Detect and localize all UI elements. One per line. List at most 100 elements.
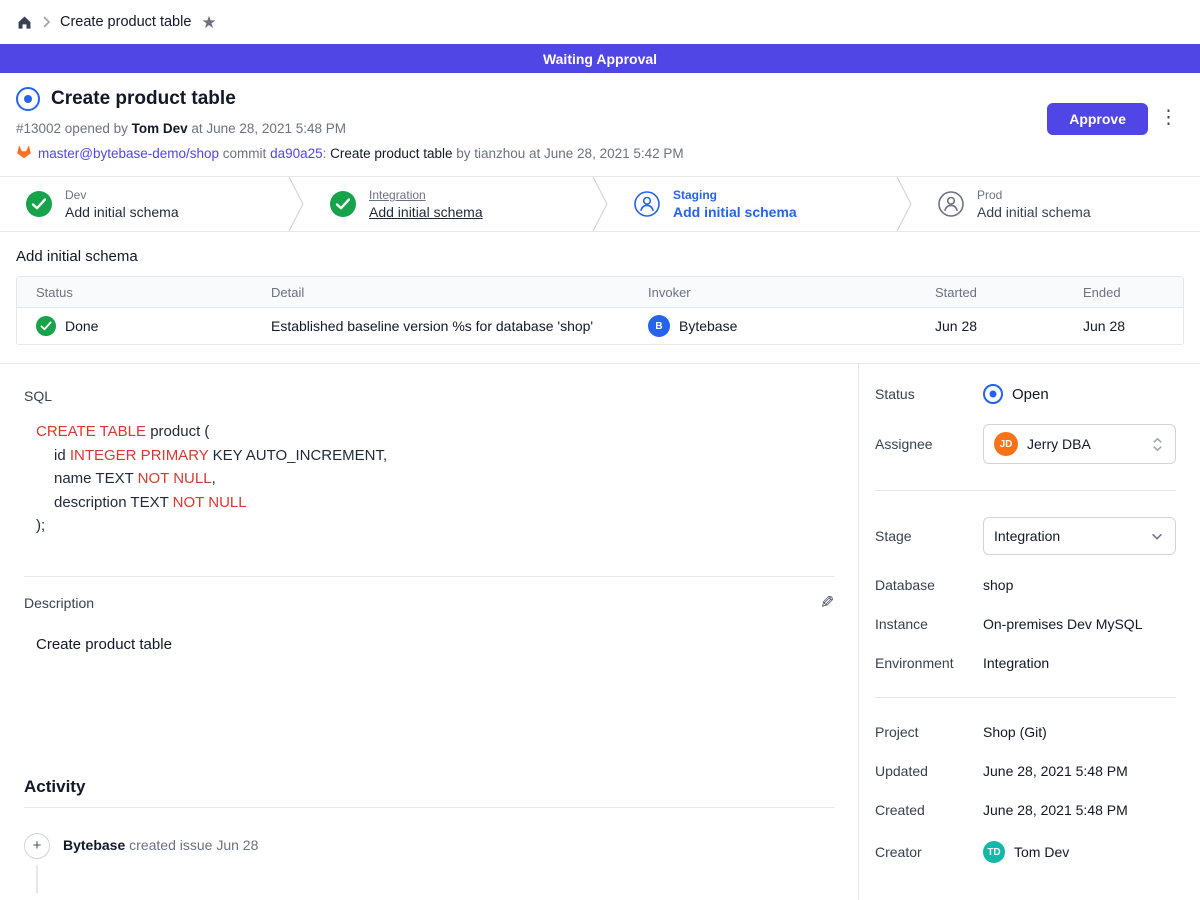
kebab-menu-icon[interactable]: ⋮ <box>1155 106 1182 129</box>
task-invoker-text: Bytebase <box>679 318 737 334</box>
bytebase-avatar: B <box>648 315 670 337</box>
selector-icon <box>1150 436 1165 453</box>
sql-text: name TEXT <box>54 470 138 487</box>
commit-hash-link[interactable]: da90a25 <box>270 146 323 161</box>
description-text: Create product table <box>24 636 834 653</box>
stage-select-label: Stage <box>875 528 983 544</box>
stage-separator-icon <box>592 177 608 231</box>
commit-colon: : <box>323 146 331 161</box>
divider <box>875 697 1176 698</box>
commit-word: commit <box>219 146 270 161</box>
commit-row: master@bytebase-demo/shop commit da90a25… <box>16 144 1184 162</box>
stage-staging[interactable]: Staging Add initial schema <box>608 177 896 231</box>
stage-separator-icon <box>288 177 304 231</box>
issue-sidebar: Status Open Assignee JD Jerry DBA Stage … <box>858 364 1200 900</box>
task-started-cell: Jun 28 <box>916 318 1064 334</box>
column-header: Started <box>916 285 1064 300</box>
task-invoker-cell: B Bytebase <box>629 315 916 337</box>
main-panel: SQL CREATE TABLE product ( id INTEGER PR… <box>0 364 858 900</box>
home-icon[interactable] <box>16 14 33 31</box>
environment-value: Integration <box>983 655 1176 671</box>
sql-keyword: INTEGER PRIMARY <box>70 447 209 464</box>
chevron-right-icon <box>43 16 50 28</box>
breadcrumb-title: Create product table <box>60 14 191 30</box>
creator-label: Creator <box>875 844 983 860</box>
created-value: June 28, 2021 5:48 PM <box>983 802 1176 818</box>
stage-dev[interactable]: Dev Add initial schema <box>0 177 288 231</box>
sql-keyword: NOT NULL <box>173 494 247 511</box>
stage-task: Add initial schema <box>369 204 483 220</box>
creator-avatar: TD <box>983 841 1005 863</box>
add-comment-button[interactable]: + <box>24 833 50 859</box>
issue-author: Tom Dev <box>132 121 188 136</box>
task-status-text: Done <box>65 318 98 334</box>
stage-select-value: Integration <box>994 528 1060 544</box>
approve-button[interactable]: Approve <box>1047 103 1148 135</box>
person-icon <box>634 191 660 217</box>
stage-task: Add initial schema <box>673 204 797 220</box>
sql-text: id <box>54 447 70 464</box>
sql-keyword: NOT NULL <box>138 470 212 487</box>
task-detail-cell: Established baseline version %s for data… <box>252 318 629 334</box>
issue-header: Create product table #13002 opened by To… <box>0 73 1200 176</box>
sql-label: SQL <box>24 388 834 404</box>
status-text: Open <box>1012 386 1049 403</box>
task-table: Status Detail Invoker Started Ended Done… <box>16 276 1184 345</box>
activity-action: created issue Jun 28 <box>129 837 258 853</box>
divider <box>875 490 1176 491</box>
updated-label: Updated <box>875 763 983 779</box>
commit-suffix: by tianzhou at June 28, 2021 5:42 PM <box>452 146 683 161</box>
chevron-down-icon <box>1149 528 1165 544</box>
assignee-select[interactable]: JD Jerry DBA <box>983 424 1176 464</box>
task-section-title: Add initial schema <box>16 248 1184 265</box>
sql-text: product ( <box>146 423 209 440</box>
activity-item: + Bytebase created issue Jun 28 <box>24 833 834 893</box>
star-icon[interactable]: ★ <box>201 14 216 31</box>
created-label: Created <box>875 802 983 818</box>
status-label: Status <box>875 386 983 402</box>
environment-label: Environment <box>875 655 983 671</box>
breadcrumb: Create product table ★ <box>0 0 1200 44</box>
project-label: Project <box>875 724 983 740</box>
task-detail-text: Established baseline version %s for data… <box>271 318 593 334</box>
check-icon <box>330 191 356 217</box>
issue-meta-suffix: at June 28, 2021 5:48 PM <box>188 121 346 136</box>
assignee-avatar: JD <box>994 432 1018 456</box>
table-header-row: Status Detail Invoker Started Ended <box>17 277 1183 307</box>
column-header: Detail <box>252 285 629 300</box>
waiting-approval-banner: Waiting Approval <box>0 44 1200 73</box>
edit-pencil-icon[interactable]: ✎ <box>820 593 834 613</box>
issue-meta-prefix: #13002 opened by <box>16 121 132 136</box>
pipeline-bar: Dev Add initial schema Integration Add i… <box>0 176 1200 232</box>
project-value: Shop (Git) <box>983 724 1176 740</box>
stage-task: Add initial schema <box>977 204 1091 220</box>
assignee-name: Jerry DBA <box>1027 436 1091 452</box>
task-ended-cell: Jun 28 <box>1064 318 1183 334</box>
stage-select[interactable]: Integration <box>983 517 1176 555</box>
stage-name: Prod <box>977 188 1091 202</box>
column-header: Status <box>17 285 252 300</box>
sql-text: ); <box>36 517 45 534</box>
stage-name: Dev <box>65 188 179 202</box>
column-header: Invoker <box>629 285 916 300</box>
activity-actor: Bytebase <box>63 837 125 853</box>
instance-label: Instance <box>875 616 983 632</box>
creator-value: TD Tom Dev <box>983 841 1176 863</box>
repo-link[interactable]: master@bytebase-demo/shop <box>38 146 219 161</box>
status-value: Open <box>983 384 1176 404</box>
stage-name: Staging <box>673 188 797 202</box>
stage-name: Integration <box>369 188 483 202</box>
check-icon <box>26 191 52 217</box>
assignee-label: Assignee <box>875 436 983 452</box>
activity-heading: Activity <box>24 777 834 797</box>
sql-keyword: CREATE TABLE <box>36 423 146 440</box>
stage-task: Add initial schema <box>65 204 179 220</box>
database-label: Database <box>875 577 983 593</box>
sql-text: description TEXT <box>54 494 173 511</box>
description-label: Description <box>24 595 94 611</box>
sql-text: , <box>212 470 216 487</box>
task-started-text: Jun 28 <box>935 318 977 334</box>
sql-text: KEY AUTO_INCREMENT, <box>208 447 387 464</box>
stage-integration[interactable]: Integration Add initial schema <box>304 177 592 231</box>
stage-prod[interactable]: Prod Add initial schema <box>912 177 1200 231</box>
